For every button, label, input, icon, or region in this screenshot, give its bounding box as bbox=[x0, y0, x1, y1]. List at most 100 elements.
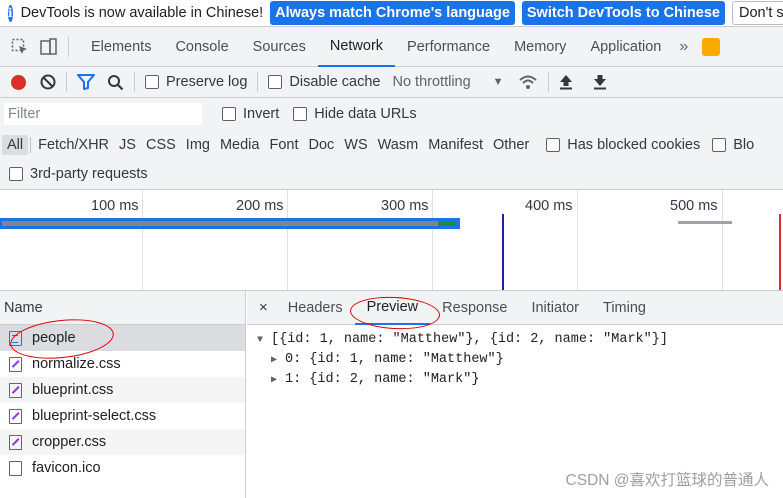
json-root-text: [{id: 1, name: "Matthew"}, {id: 2, name:… bbox=[271, 332, 668, 347]
toolbar-divider bbox=[257, 72, 259, 92]
clear-icon[interactable] bbox=[40, 74, 56, 90]
tab-timing[interactable]: Timing bbox=[591, 291, 658, 325]
expanded-triangle-icon[interactable]: ▼ bbox=[257, 335, 271, 346]
search-icon[interactable] bbox=[107, 74, 124, 91]
infobar-message: DevTools is now available in Chinese! bbox=[20, 5, 264, 21]
type-filter-manifest[interactable]: Manifest bbox=[423, 135, 488, 155]
timeline-tick-label: 500 ms bbox=[670, 198, 718, 214]
timeline-gridline bbox=[432, 190, 433, 290]
hide-data-urls-label: Hide data URLs bbox=[314, 106, 417, 122]
switch-to-chinese-button[interactable]: Switch DevTools to Chinese bbox=[521, 1, 725, 25]
third-party-label: 3rd-party requests bbox=[30, 166, 148, 182]
type-filter-fetch-xhr[interactable]: Fetch/XHR bbox=[33, 135, 114, 155]
timeline-overview[interactable]: 100 ms 200 ms 300 ms 400 ms 500 ms bbox=[0, 190, 783, 291]
collapsed-triangle-icon[interactable]: ▶ bbox=[271, 374, 285, 386]
load-event-marker bbox=[779, 214, 781, 290]
tab-headers[interactable]: Headers bbox=[276, 291, 355, 325]
disable-cache-checkbox[interactable] bbox=[268, 75, 283, 89]
detail-tabbar: × Headers Preview Response Initiator Tim… bbox=[247, 291, 783, 325]
toolbar-divider bbox=[68, 36, 69, 57]
invert-checkbox[interactable] bbox=[222, 107, 236, 121]
tab-memory[interactable]: Memory bbox=[502, 27, 578, 67]
info-icon: i bbox=[8, 4, 13, 22]
type-filter-img[interactable]: Img bbox=[181, 135, 215, 155]
tab-network[interactable]: Network bbox=[317, 27, 396, 67]
import-har-upload-icon[interactable] bbox=[559, 74, 573, 90]
type-filter-font[interactable]: Font bbox=[264, 135, 303, 155]
type-filter-media[interactable]: Media bbox=[215, 135, 265, 155]
tab-elements[interactable]: Elements bbox=[79, 27, 163, 67]
more-tabs-chevron-icon[interactable]: » bbox=[679, 38, 688, 56]
has-blocked-cookies-label: Has blocked cookies bbox=[567, 136, 701, 153]
json-root-node[interactable]: ▼ [{id: 1, name: "Matthew"}, {id: 2, name… bbox=[257, 332, 668, 347]
stylesheet-icon bbox=[9, 356, 22, 372]
preserve-log-checkbox[interactable] bbox=[145, 75, 159, 89]
request-name: blueprint-select.css bbox=[32, 408, 157, 424]
stylesheet-icon bbox=[9, 408, 22, 424]
stylesheet-icon bbox=[9, 382, 22, 398]
blocked-requests-label: Blo bbox=[733, 136, 755, 153]
type-filter-wasm[interactable]: Wasm bbox=[373, 135, 424, 155]
warning-badge-icon[interactable] bbox=[702, 37, 721, 56]
record-icon[interactable] bbox=[11, 74, 26, 90]
type-filter-all[interactable]: All bbox=[2, 134, 29, 155]
list-item[interactable]: blueprint-select.css bbox=[0, 403, 245, 429]
timeline-tick-label: 100 ms bbox=[91, 198, 139, 214]
tab-performance[interactable]: Performance bbox=[395, 27, 502, 67]
json-item-text: 0: {id: 1, name: "Matthew"} bbox=[285, 352, 504, 367]
language-infobar: i DevTools is now available in Chinese! … bbox=[0, 0, 783, 27]
timeline-tick-label: 300 ms bbox=[381, 198, 429, 214]
tab-initiator[interactable]: Initiator bbox=[519, 291, 591, 325]
third-party-checkbox[interactable] bbox=[9, 167, 23, 181]
type-divider bbox=[30, 136, 32, 153]
collapsed-triangle-icon[interactable]: ▶ bbox=[271, 354, 285, 366]
dont-show-again-button[interactable]: Don't sh bbox=[732, 1, 783, 25]
always-match-language-button[interactable]: Always match Chrome's language bbox=[270, 1, 515, 25]
inspect-element-icon[interactable] bbox=[11, 38, 29, 56]
hide-data-urls-checkbox[interactable] bbox=[293, 107, 308, 121]
disable-cache-label: Disable cache bbox=[289, 74, 381, 90]
device-toolbar-icon[interactable] bbox=[40, 37, 58, 56]
timeline-gridline bbox=[722, 190, 723, 290]
list-item[interactable]: blueprint.css bbox=[0, 377, 245, 403]
dropdown-arrow-icon[interactable]: ▼ bbox=[493, 76, 504, 88]
list-item[interactable]: cropper.css bbox=[0, 429, 245, 455]
type-filter-ws[interactable]: WS bbox=[339, 135, 372, 155]
timeline-tick-label: 400 ms bbox=[525, 198, 573, 214]
timeline-waiting-bar bbox=[2, 221, 438, 226]
third-party-bar: 3rd-party requests bbox=[0, 159, 783, 190]
toolbar-divider bbox=[547, 72, 549, 92]
type-filter-js[interactable]: JS bbox=[114, 135, 141, 155]
toolbar-divider bbox=[134, 72, 135, 92]
domcontentloaded-marker bbox=[502, 214, 504, 290]
timeline-request-bar-small bbox=[678, 221, 732, 224]
json-item-node[interactable]: ▶ 0: {id: 1, name: "Matthew"} bbox=[271, 352, 504, 367]
preserve-log-label: Preserve log bbox=[166, 74, 248, 90]
filter-funnel-icon[interactable] bbox=[77, 74, 95, 90]
type-filter-doc[interactable]: Doc bbox=[303, 135, 339, 155]
name-column-header[interactable]: Name bbox=[0, 291, 245, 325]
list-item[interactable]: favicon.ico bbox=[0, 455, 245, 481]
tab-response[interactable]: Response bbox=[430, 291, 519, 325]
type-filter-css[interactable]: CSS bbox=[141, 135, 181, 155]
network-toolbar: Preserve log Disable cache No throttling… bbox=[0, 67, 783, 98]
has-blocked-cookies-checkbox[interactable] bbox=[546, 137, 561, 152]
type-filter-other[interactable]: Other bbox=[488, 135, 534, 155]
tab-console[interactable]: Console bbox=[163, 27, 240, 67]
timeline-tick-label: 200 ms bbox=[236, 198, 284, 214]
timeline-download-bar bbox=[438, 221, 456, 226]
request-list: Name people normalize.css blueprint.css … bbox=[0, 291, 246, 498]
devtools-tabbar: Elements Console Sources Network Perform… bbox=[0, 27, 783, 67]
close-icon[interactable]: × bbox=[259, 299, 268, 316]
network-conditions-wifi-icon[interactable] bbox=[518, 74, 538, 90]
export-har-download-icon[interactable] bbox=[593, 74, 607, 90]
tab-sources[interactable]: Sources bbox=[241, 27, 318, 67]
resource-type-filter-bar: All Fetch/XHR JS CSS Img Media Font Doc … bbox=[0, 130, 783, 159]
json-item-node[interactable]: ▶ 1: {id: 2, name: "Mark"} bbox=[271, 372, 479, 387]
file-icon bbox=[9, 460, 22, 476]
filter-input[interactable]: Filter bbox=[3, 102, 203, 126]
throttling-select[interactable]: No throttling bbox=[392, 74, 470, 90]
timeline-gridline bbox=[287, 190, 288, 290]
tab-application[interactable]: Application bbox=[578, 27, 673, 67]
blocked-requests-checkbox[interactable] bbox=[712, 137, 727, 152]
